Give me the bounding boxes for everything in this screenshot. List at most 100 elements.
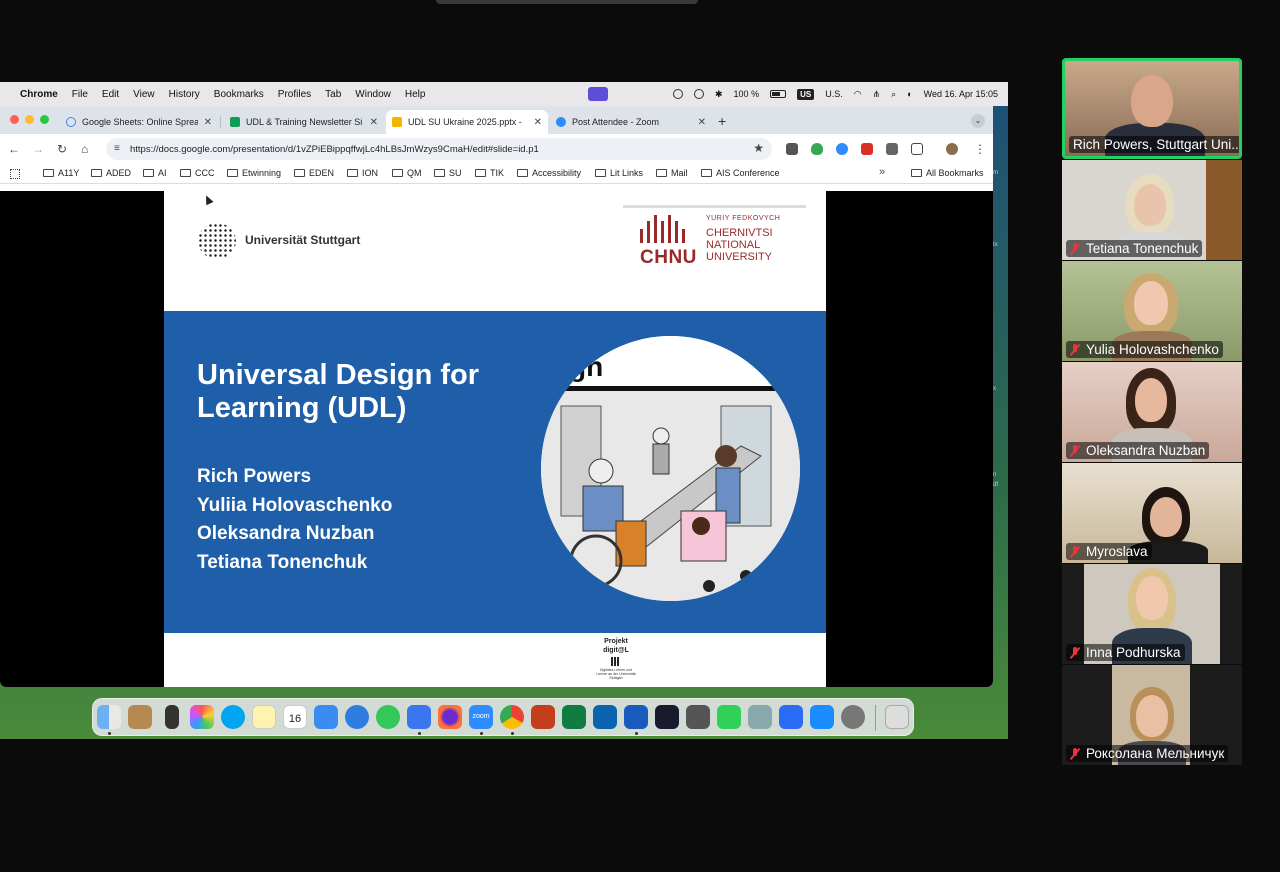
- menu-tab[interactable]: Tab: [325, 89, 341, 100]
- powerpoint-icon[interactable]: [531, 705, 555, 729]
- home-icon[interactable]: ⌂: [81, 142, 88, 156]
- menu-profiles[interactable]: Profiles: [278, 89, 311, 100]
- menu-window[interactable]: Window: [355, 89, 391, 100]
- apps-grid-icon[interactable]: [10, 169, 20, 179]
- close-tab-icon[interactable]: ✕: [370, 117, 378, 128]
- tab-search-icon[interactable]: ⌄: [971, 114, 985, 128]
- slide[interactable]: Universität Stuttgart YURIY FEDKOVYCH CH…: [164, 191, 826, 687]
- messages-icon[interactable]: [376, 705, 400, 729]
- signal-icon[interactable]: [407, 705, 431, 729]
- chrome-icon[interactable]: [500, 705, 524, 729]
- trash-icon[interactable]: [885, 705, 909, 729]
- notes-icon[interactable]: [252, 705, 276, 729]
- launchpad-icon[interactable]: [190, 705, 214, 729]
- menu-kebab-icon[interactable]: ⋮: [974, 142, 986, 156]
- bookmark-folder[interactable]: SU: [434, 168, 462, 178]
- bookmark-folder[interactable]: AI: [143, 168, 167, 178]
- tab-zoom-attendee[interactable]: Post Attendee - Zoom ✕: [550, 110, 712, 134]
- bookmark-folder[interactable]: CCC: [180, 168, 215, 178]
- site-info-icon[interactable]: ≡: [114, 143, 120, 154]
- arc-icon[interactable]: [779, 705, 803, 729]
- tab-udl-newsletter[interactable]: UDL & Training Newsletter Si ✕: [224, 110, 384, 134]
- zoom-app-icon[interactable]: zoom: [469, 705, 493, 729]
- participant-tile[interactable]: Tetiana Tonenchuk: [1062, 160, 1242, 260]
- screenshot-icon[interactable]: [686, 705, 710, 729]
- spotlight-icon[interactable]: ⌕: [891, 89, 896, 100]
- word-icon[interactable]: [624, 705, 648, 729]
- finder-icon[interactable]: [97, 705, 121, 729]
- participant-tile[interactable]: Rich Powers, Stuttgart Uni...: [1062, 58, 1242, 159]
- calculator-icon[interactable]: [165, 705, 179, 729]
- bookmark-folder[interactable]: Etwinning: [227, 168, 281, 178]
- bookmark-folder[interactable]: Accessibility: [517, 168, 581, 178]
- zoom-extension-icon[interactable]: [836, 143, 848, 155]
- close-tab-icon[interactable]: ✕: [534, 117, 542, 128]
- webex-icon[interactable]: [655, 705, 679, 729]
- close-window-icon[interactable]: [10, 115, 19, 124]
- bookmark-star-icon[interactable]: ★: [753, 141, 764, 155]
- datetime[interactable]: Wed 16. Apr 15:05: [924, 89, 998, 99]
- zoom-top-handle[interactable]: [436, 0, 698, 4]
- antenna-icon[interactable]: ⋔: [873, 89, 881, 100]
- forward-icon[interactable]: →: [32, 142, 44, 156]
- all-bookmarks[interactable]: All Bookmarks: [911, 168, 984, 178]
- wifi-icon[interactable]: ◠: [854, 89, 862, 100]
- preview-icon[interactable]: [748, 705, 772, 729]
- tab-udl-slides[interactable]: UDL SU Ukraine 2025.pptx - ✕: [386, 110, 548, 134]
- outlook-icon[interactable]: [593, 705, 617, 729]
- extension-icon[interactable]: [786, 143, 798, 155]
- safari-icon[interactable]: [345, 705, 369, 729]
- bookmark-folder[interactable]: AIS Conference: [701, 168, 780, 178]
- bookmark-folder[interactable]: QM: [392, 168, 422, 178]
- menu-view[interactable]: View: [133, 89, 155, 100]
- system-settings-icon[interactable]: [841, 705, 865, 729]
- zoom-window-icon[interactable]: [40, 115, 49, 124]
- participant-tile[interactable]: Inna Podhurska: [1062, 564, 1242, 664]
- avatar[interactable]: [946, 143, 958, 155]
- back-icon[interactable]: ←: [8, 142, 20, 156]
- bluetooth-icon[interactable]: ✱: [715, 89, 723, 100]
- close-tab-icon[interactable]: ✕: [698, 117, 706, 128]
- facetime-icon[interactable]: [717, 705, 741, 729]
- new-tab-icon[interactable]: +: [718, 113, 726, 129]
- keyboard-flag[interactable]: US: [797, 88, 815, 100]
- menu-bookmarks[interactable]: Bookmarks: [214, 89, 264, 100]
- bookmark-folder[interactable]: A11Y: [43, 168, 79, 178]
- firefox-icon[interactable]: [438, 705, 462, 729]
- bookmark-folder[interactable]: ION: [347, 168, 378, 178]
- bookmark-folder[interactable]: Lit Links: [595, 168, 643, 178]
- participant-tile[interactable]: Роксолана Мельничук: [1062, 665, 1242, 765]
- bookmark-folder[interactable]: EDEN: [294, 168, 334, 178]
- url-text[interactable]: https://docs.google.com/presentation/d/1…: [130, 144, 539, 155]
- puzzle-icon[interactable]: [911, 143, 923, 155]
- control-center-icon[interactable]: ◐: [907, 89, 912, 99]
- menu-edit[interactable]: Edit: [102, 89, 119, 100]
- bookmarks-overflow-icon[interactable]: »: [879, 166, 885, 178]
- minimize-window-icon[interactable]: [25, 115, 34, 124]
- close-tab-icon[interactable]: ✕: [204, 117, 212, 128]
- participant-tile[interactable]: Oleksandra Nuzban: [1062, 362, 1242, 462]
- extension-icon[interactable]: [886, 143, 898, 155]
- participant-tile[interactable]: Myroslava: [1062, 463, 1242, 563]
- participant-tile[interactable]: Yulia Holovashchenko: [1062, 261, 1242, 361]
- bookmark-folder[interactable]: ADED: [91, 168, 131, 178]
- calendar-icon[interactable]: 16: [283, 705, 307, 729]
- menu-app-name[interactable]: Chrome: [20, 89, 58, 100]
- notes-app-icon[interactable]: [128, 705, 152, 729]
- reload-icon[interactable]: ↻: [57, 142, 67, 156]
- mail-icon[interactable]: [314, 705, 338, 729]
- menu-history[interactable]: History: [169, 89, 200, 100]
- pdf-extension-icon[interactable]: [861, 143, 873, 155]
- address-bar[interactable]: ≡ https://docs.google.com/presentation/d…: [106, 138, 772, 160]
- bookmark-folder[interactable]: TIK: [475, 168, 504, 178]
- menu-file[interactable]: File: [72, 89, 88, 100]
- bookmark-folder[interactable]: Mail: [656, 168, 688, 178]
- screen-share-indicator-icon[interactable]: [588, 87, 608, 101]
- time-machine-icon[interactable]: [694, 89, 704, 99]
- skype-icon[interactable]: [221, 705, 245, 729]
- menu-help[interactable]: Help: [405, 89, 426, 100]
- battery-icon[interactable]: [770, 90, 787, 98]
- tab-google-sheets[interactable]: Google Sheets: Online Sprea ✕: [60, 110, 218, 134]
- excel-icon[interactable]: [562, 705, 586, 729]
- airdrop-icon[interactable]: [673, 89, 683, 99]
